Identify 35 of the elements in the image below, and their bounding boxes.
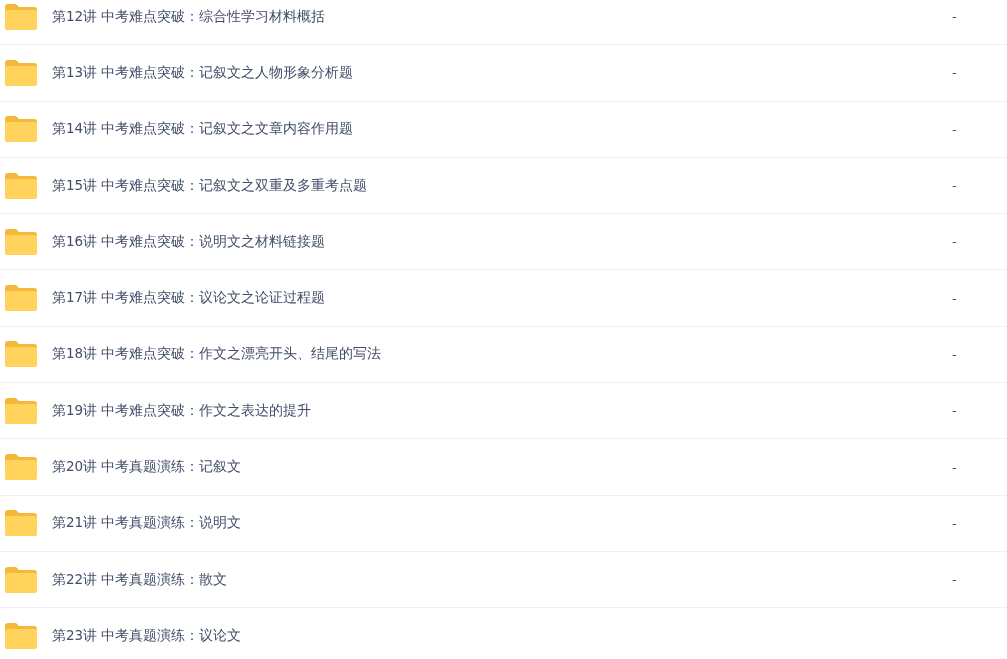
file-size: -	[952, 290, 958, 306]
folder-icon	[5, 622, 37, 649]
folder-name[interactable]: 第14讲 中考难点突破：记叙文之文章内容作用题	[52, 120, 952, 139]
folder-name[interactable]: 第17讲 中考难点突破：议论文之论证过程题	[52, 289, 952, 308]
folder-name[interactable]: 第19讲 中考难点突破：作文之表达的提升	[52, 401, 952, 420]
folder-name[interactable]: 第16讲 中考难点突破：说明文之材料链接题	[52, 232, 952, 251]
folder-name[interactable]: 第18讲 中考难点突破：作文之漂亮开头、结尾的写法	[52, 345, 952, 364]
folder-icon	[5, 454, 37, 480]
file-size: -	[952, 178, 958, 194]
file-size: -	[952, 9, 958, 25]
folder-icon	[5, 228, 37, 255]
folder-icon	[5, 285, 37, 312]
file-size: -	[952, 515, 958, 531]
file-size: -	[952, 403, 958, 419]
folder-name[interactable]: 第23讲 中考真题演练：议论文	[52, 626, 952, 645]
folder-name[interactable]: 第20讲 中考真题演练：记叙文	[52, 458, 952, 476]
file-size: -	[952, 121, 958, 137]
folder-name[interactable]: 第15讲 中考难点突破：记叙文之双重及多重考点题	[52, 176, 952, 195]
folder-icon	[5, 510, 37, 537]
folder-icon	[5, 397, 37, 424]
folder-icon	[5, 3, 37, 30]
folder-icon	[5, 566, 37, 593]
folder-icon	[5, 172, 37, 199]
file-size: -	[952, 572, 958, 588]
folder-name[interactable]: 第21讲 中考真题演练：说明文	[52, 514, 952, 533]
file-size: -	[952, 459, 958, 475]
folder-name[interactable]: 第12讲 中考难点突破：综合性学习材料概括	[52, 7, 952, 26]
folder-icon	[5, 341, 37, 368]
folder-name[interactable]: 第13讲 中考难点突破：记叙文之人物形象分析题	[52, 63, 952, 82]
file-size: -	[952, 346, 958, 362]
file-size: -	[952, 65, 958, 81]
file-size: -	[952, 234, 958, 250]
folder-name[interactable]: 第22讲 中考真题演练：散文	[52, 570, 952, 589]
folder-icon	[5, 59, 37, 86]
folder-icon	[5, 116, 37, 143]
